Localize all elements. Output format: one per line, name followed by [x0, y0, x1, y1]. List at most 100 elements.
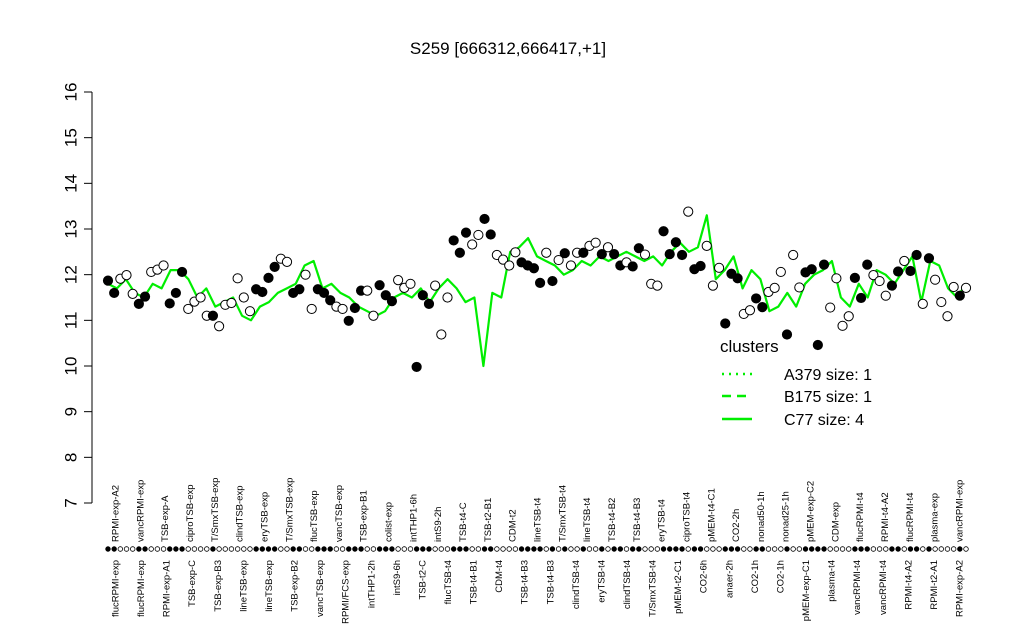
rug-marker: [562, 546, 568, 552]
data-point: [565, 260, 577, 271]
rug-marker: [284, 546, 290, 552]
data-point: [639, 249, 651, 260]
data-point: [226, 297, 237, 309]
data-point: [751, 293, 762, 304]
data-point: [405, 278, 416, 289]
rug-marker: [697, 546, 704, 552]
rug-marker: [204, 546, 210, 552]
data-point: [102, 275, 114, 286]
rug-marker: [796, 546, 803, 552]
data-point: [825, 302, 836, 313]
data-point: [528, 263, 540, 274]
x-tick-label: CO2-2h: [731, 509, 742, 542]
x-tick-label: flucRPMI-exp: [111, 560, 122, 617]
x-tick-label: intTHP1-2h: [366, 560, 377, 608]
data-point: [899, 255, 910, 267]
y-tick-label: 14: [61, 174, 80, 193]
rug-marker: [129, 546, 136, 552]
rug-marker: [531, 546, 537, 552]
y-tick-label: 16: [61, 83, 80, 102]
data-point: [757, 301, 768, 313]
x-tick-label: ciproTSB-exp: [185, 484, 196, 542]
x-tick-label: TSB-t4-B1: [469, 560, 480, 604]
data-point: [269, 261, 280, 273]
x-tick-label: ciproTSB-t4: [681, 492, 692, 542]
data-point: [917, 298, 928, 309]
rug-marker: [142, 546, 148, 552]
rug-marker: [722, 546, 728, 552]
data-point: [386, 296, 398, 307]
rug-marker: [592, 546, 599, 552]
rug-marker: [420, 546, 426, 552]
rug-marker: [302, 546, 309, 552]
rug-marker: [432, 546, 438, 552]
rug-marker: [815, 546, 821, 552]
x-tick-label: lineTSB-t4: [533, 498, 544, 542]
x-tick-label: lineTSB-exp: [238, 560, 249, 612]
data-point: [695, 260, 706, 272]
x-tick-label: T/SmxTSB-exp: [284, 478, 295, 542]
rug-marker: [401, 546, 407, 552]
chart-title: S259 [666312,666417,+1]: [410, 39, 606, 58]
data-point: [794, 282, 805, 293]
rug-marker: [339, 546, 346, 552]
x-tick-label: vancRPMI-t4: [878, 560, 889, 615]
y-tick-label: 12: [61, 265, 80, 284]
data-point: [349, 302, 361, 314]
data-point: [127, 288, 138, 299]
rug-marker: [821, 546, 827, 552]
rug-marker: [222, 546, 228, 552]
x-tick-label: flucRPMI-exp: [136, 560, 147, 617]
rug-marker: [111, 546, 117, 552]
x-tick-labels-bottom: flucRPMI-exp flucRPMI-exp RPMI-exp-A1 TSB-e…: [111, 560, 966, 624]
x-tick-label: TSB-t2-B1: [483, 498, 494, 542]
data-point: [207, 310, 219, 321]
data-point: [676, 249, 688, 261]
x-tick-label: TSB-exp-A: [160, 495, 171, 542]
data-point: [862, 259, 873, 270]
rug-marker: [197, 546, 204, 552]
rug-marker: [191, 546, 198, 552]
rug-marker: [228, 546, 235, 552]
rug-marker: [926, 546, 932, 552]
x-tick-label: vancRPMI-t4: [852, 560, 863, 615]
rug-marker: [173, 546, 179, 552]
x-tick-label: T/SmxTSB-t4: [557, 485, 568, 542]
x-tick-label: intTHP1-6h: [408, 494, 419, 542]
x-tick-labels-top: RPMI-exp-A2 vancRPMI-exp TSB-exp-A ciproTSB…: [111, 478, 966, 542]
rug-marker: [105, 546, 111, 552]
x-tick-label: vancTSB-exp: [334, 485, 345, 542]
data-point: [214, 321, 225, 332]
data-point: [658, 226, 669, 237]
rug-marker: [685, 546, 691, 552]
data-point: [158, 260, 169, 271]
data-point: [238, 292, 249, 303]
rug-marker: [858, 546, 864, 552]
data-point: [954, 290, 965, 301]
rug-marker: [852, 546, 858, 552]
rug-marker: [444, 546, 451, 552]
x-tick-label: nonad25-1h: [781, 491, 792, 542]
data-point: [664, 249, 675, 260]
data-point: [374, 280, 385, 291]
rug-marker: [494, 546, 500, 552]
data-point: [849, 272, 860, 283]
chart: S259 [666312,666417,+1] 7 8 9 10 11 12 13 14 15 1…: [61, 39, 972, 624]
rug-marker: [241, 546, 247, 552]
x-tick-label: lineTSB-exp: [264, 560, 275, 612]
data-point: [244, 306, 256, 317]
x-tick-label: RPMI-exp-A1: [162, 560, 173, 617]
data-point: [343, 315, 354, 326]
data-point: [720, 318, 731, 329]
rug-marker: [179, 546, 185, 552]
x-tick-label: eryTSB-t4: [596, 560, 607, 603]
data-point: [164, 298, 175, 309]
data-point: [942, 311, 953, 322]
data-point: [559, 248, 570, 259]
rug-marker: [321, 546, 327, 552]
data-point: [485, 229, 496, 240]
y-tick-label: 15: [61, 128, 80, 147]
data-point: [683, 206, 694, 217]
data-point: [781, 329, 793, 340]
rug-marker: [839, 546, 846, 552]
